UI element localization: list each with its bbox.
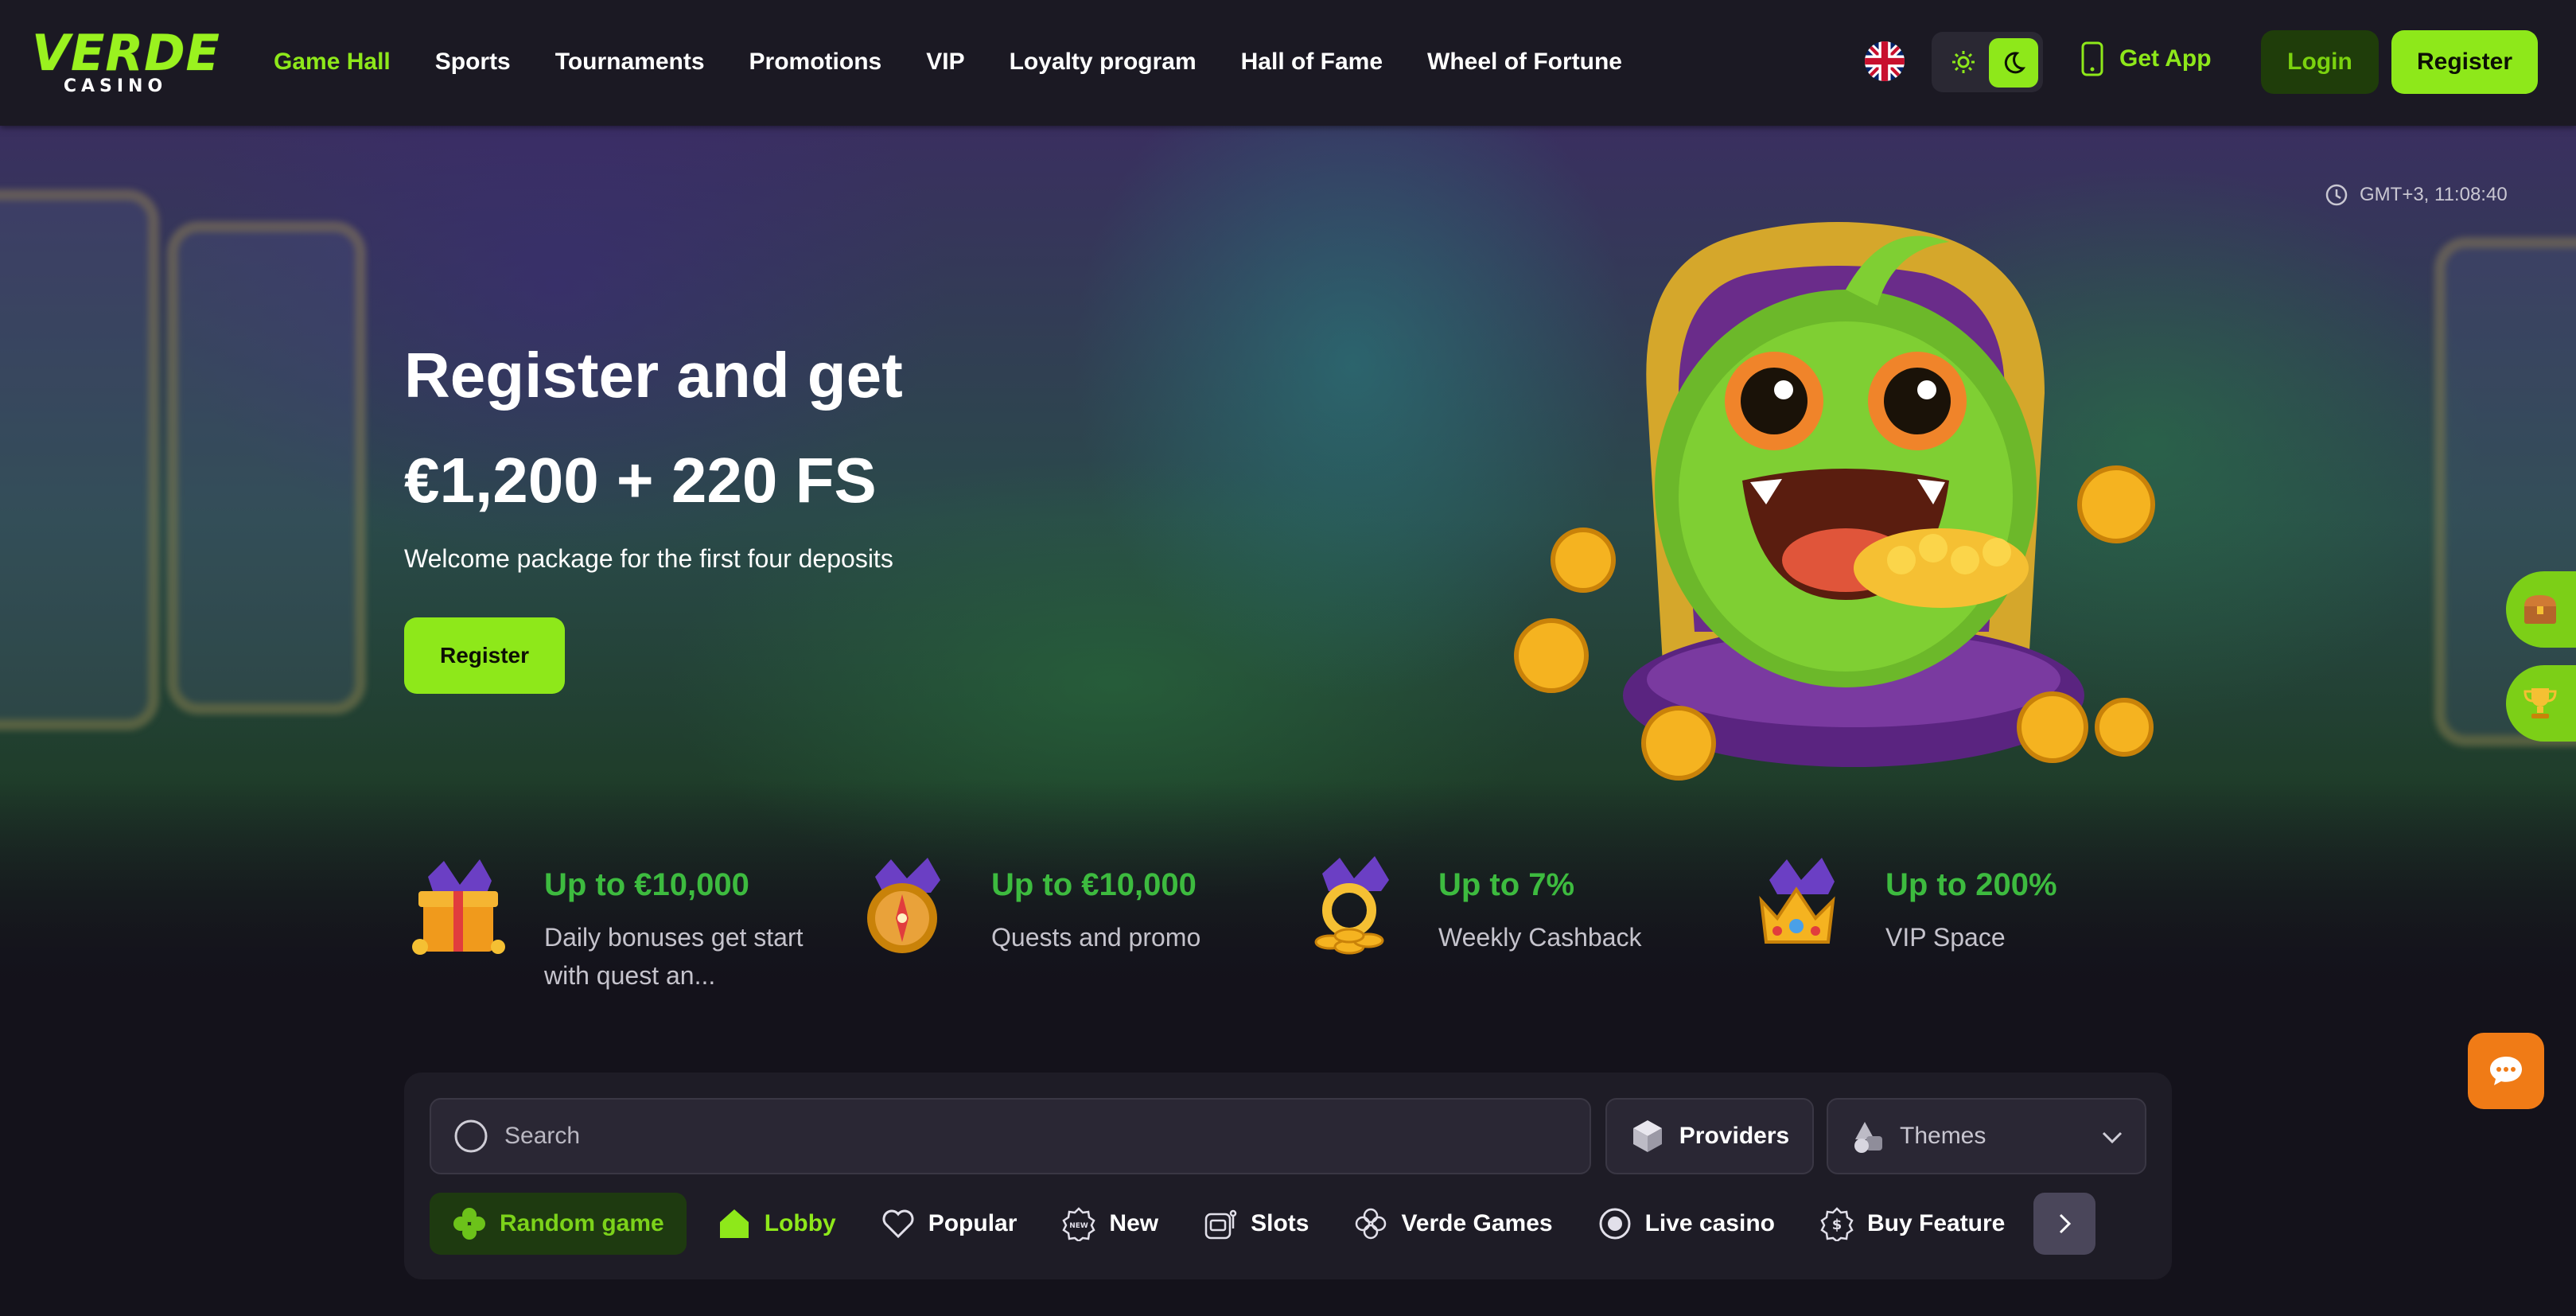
shapes-icon (1854, 1122, 1882, 1153)
gift-icon (412, 859, 505, 955)
category-random-game[interactable]: Random game (430, 1193, 687, 1255)
trophy-icon (2523, 688, 2557, 718)
category-label: Popular (928, 1210, 1018, 1236)
logo-wordmark: VERDE (32, 24, 220, 82)
chevron-right-icon (2060, 1213, 2072, 1234)
nav-loyalty-program[interactable]: Loyalty program (1010, 45, 1197, 80)
crown-icon (1759, 858, 1835, 944)
get-app-link[interactable]: Get App (2081, 41, 2212, 76)
mascot-illustration (1514, 222, 2155, 781)
slot-machine-bg (0, 189, 159, 730)
login-button[interactable]: Login (2261, 30, 2379, 94)
nav-sports[interactable]: Sports (435, 45, 511, 80)
feature-title: Up to 7% (1438, 867, 1575, 902)
heart-icon (882, 1209, 914, 1239)
themes-label: Themes (1900, 1123, 1986, 1149)
category-popular[interactable]: Popular (858, 1193, 1040, 1255)
clover-icon (453, 1208, 485, 1240)
category-scroll-next[interactable] (2033, 1193, 2096, 1255)
search-icon (454, 1119, 488, 1153)
svg-text:$: $ (1832, 1217, 1843, 1233)
side-trophy-button[interactable] (2506, 665, 2576, 742)
side-treasure-button[interactable] (2506, 571, 2576, 648)
themes-dropdown[interactable]: Themes (1827, 1098, 2146, 1174)
feature-subtitle: Quests and promo (991, 923, 1201, 952)
uk-flag-icon[interactable] (1865, 41, 1905, 81)
nav-tournaments[interactable]: Tournaments (555, 45, 705, 80)
chevron-down-icon (2102, 1131, 2123, 1144)
feature-strip: Up to €10,000 Daily bonuses get start wi… (404, 848, 2154, 999)
search-box[interactable] (430, 1098, 1591, 1174)
home-icon (719, 1209, 749, 1238)
category-label: Buy Feature (1866, 1210, 2006, 1236)
live-icon (1599, 1208, 1631, 1240)
verde-games-icon (1356, 1208, 1387, 1240)
category-slots[interactable]: Slots (1181, 1193, 1331, 1255)
category-label: Slots (1251, 1210, 1309, 1236)
category-verde-games[interactable]: Verde Games (1331, 1193, 1574, 1255)
top-header: VERDE CASINO Game Hall Sports Tournament… (0, 0, 2576, 126)
feature-subtitle: VIP Space (1885, 923, 2006, 952)
games-panel: Providers Themes Random game Lobby Popul… (404, 1073, 2172, 1279)
clock-icon (2325, 184, 2348, 206)
category-label: Random game (500, 1210, 664, 1236)
hero-register-button[interactable]: Register (404, 617, 565, 694)
category-label: New (1109, 1210, 1159, 1236)
feature-subtitle: Weekly Cashback (1438, 923, 1642, 952)
dollar-icon: $ (1820, 1207, 1854, 1241)
nav-vip[interactable]: VIP (926, 45, 964, 80)
main-nav: Game Hall Sports Tournaments Promotions … (274, 45, 1667, 80)
theme-toggle[interactable] (1932, 32, 2043, 92)
hero-subtitle: Welcome package for the first four depos… (404, 544, 893, 573)
phone-icon (2081, 41, 2103, 76)
chat-icon (2490, 1057, 2522, 1085)
feature-title: Up to €10,000 (991, 867, 1197, 902)
category-label: Live casino (1644, 1210, 1775, 1236)
verde-casino-logo[interactable]: VERDE CASINO (32, 24, 220, 97)
feature-title: Up to €10,000 (544, 867, 749, 902)
category-label: Verde Games (1401, 1210, 1553, 1236)
clock-text: GMT+3, 11:08:40 (2360, 184, 2508, 205)
feature-title: Up to 200% (1885, 867, 2057, 902)
category-lobby[interactable]: Lobby (695, 1193, 858, 1255)
compass-icon (867, 858, 940, 953)
category-live-casino[interactable]: Live casino (1575, 1193, 1797, 1255)
hero-title-line2: €1,200 + 220 FS (404, 445, 877, 516)
nav-hall-of-fame[interactable]: Hall of Fame (1241, 45, 1383, 80)
moon-icon[interactable] (1989, 38, 2038, 88)
chat-support-button[interactable] (2468, 1033, 2544, 1109)
nav-game-hall[interactable]: Game Hall (274, 45, 391, 80)
hero-title-line1: Register and get (404, 340, 903, 411)
register-button[interactable]: Register (2391, 30, 2538, 94)
slot-machine-icon (1204, 1209, 1237, 1240)
slot-machine-bg (167, 221, 366, 714)
providers-label: Providers (1679, 1123, 1790, 1149)
get-app-label: Get App (2119, 45, 2212, 72)
category-buy-feature[interactable]: $ Buy Feature (1797, 1193, 2027, 1255)
search-input[interactable] (504, 1123, 1539, 1150)
new-badge-icon: NEW (1062, 1207, 1096, 1241)
cube-icon (1632, 1120, 1662, 1152)
svg-text:NEW: NEW (1070, 1222, 1089, 1230)
coins-icon (1314, 856, 1389, 955)
category-label: Lobby (764, 1210, 836, 1236)
treasure-chest-icon (2524, 595, 2556, 624)
nav-wheel-of-fortune[interactable]: Wheel of Fortune (1427, 45, 1622, 80)
feature-subtitle: Daily bonuses get start with quest an... (544, 923, 804, 990)
nav-promotions[interactable]: Promotions (749, 45, 882, 80)
clock-readout: GMT+3, 11:08:40 (2325, 183, 2508, 207)
providers-button[interactable]: Providers (1605, 1098, 1814, 1174)
category-new[interactable]: NEW New (1039, 1193, 1181, 1255)
sun-icon[interactable] (1944, 43, 1983, 81)
category-bar: Random game Lobby Popular NEW New Slots … (430, 1192, 2164, 1256)
